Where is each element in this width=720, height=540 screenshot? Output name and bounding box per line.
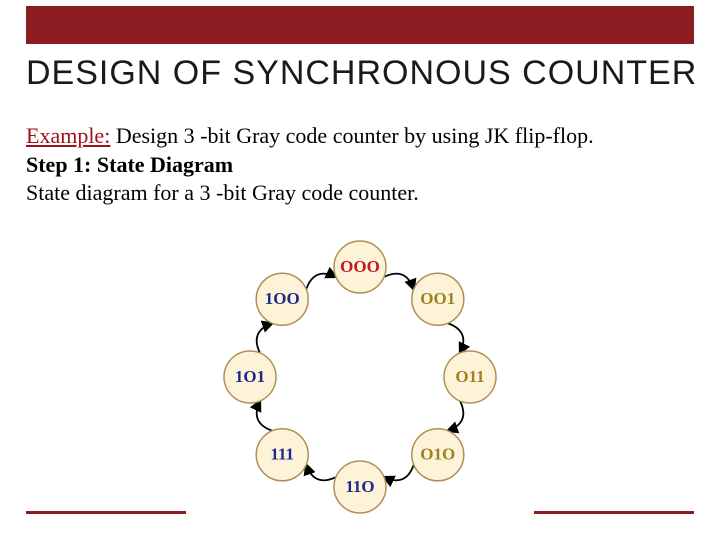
divider-left [26,511,186,514]
transition-arrow [257,401,273,431]
transition-arrow [306,465,336,481]
svg-text:111: 111 [270,445,294,464]
svg-text:11O: 11O [345,477,374,496]
step-text: State diagram for a 3 -bit Gray code cou… [26,179,694,208]
body-text: Example: Design 3 -bit Gray code counter… [26,122,694,208]
transition-arrow [306,274,336,290]
svg-text:OOO: OOO [340,257,380,276]
transition-arrow [384,274,414,290]
state-node: O11 [444,351,496,403]
example-text: Design 3 -bit Gray code counter by using… [110,123,593,148]
state-node: O1O [412,429,464,481]
state-diagram: OOO OO1 O11 O1O 11O 111 1O1 1OO [180,232,540,522]
state-node: 111 [256,429,308,481]
divider-right [534,511,694,514]
state-node: 11O [334,461,386,513]
accent-bar [26,6,694,44]
transition-arrow [384,465,414,481]
svg-text:1O1: 1O1 [235,367,265,386]
step-label: Step 1: State Diagram [26,151,694,180]
example-label: Example: [26,123,110,148]
svg-text:O11: O11 [455,367,484,386]
svg-text:OO1: OO1 [420,289,455,308]
state-node: 1OO [256,273,308,325]
transition-arrow [448,323,464,353]
svg-text:1OO: 1OO [265,289,300,308]
state-node: 1O1 [224,351,276,403]
transition-arrow [257,323,273,353]
state-node: OO1 [412,273,464,325]
page-title: DESIGN OF SYNCHRONOUS COUNTER [26,54,697,93]
state-node: OOO [334,241,386,293]
svg-text:O1O: O1O [420,445,455,464]
transition-arrow [448,401,464,431]
